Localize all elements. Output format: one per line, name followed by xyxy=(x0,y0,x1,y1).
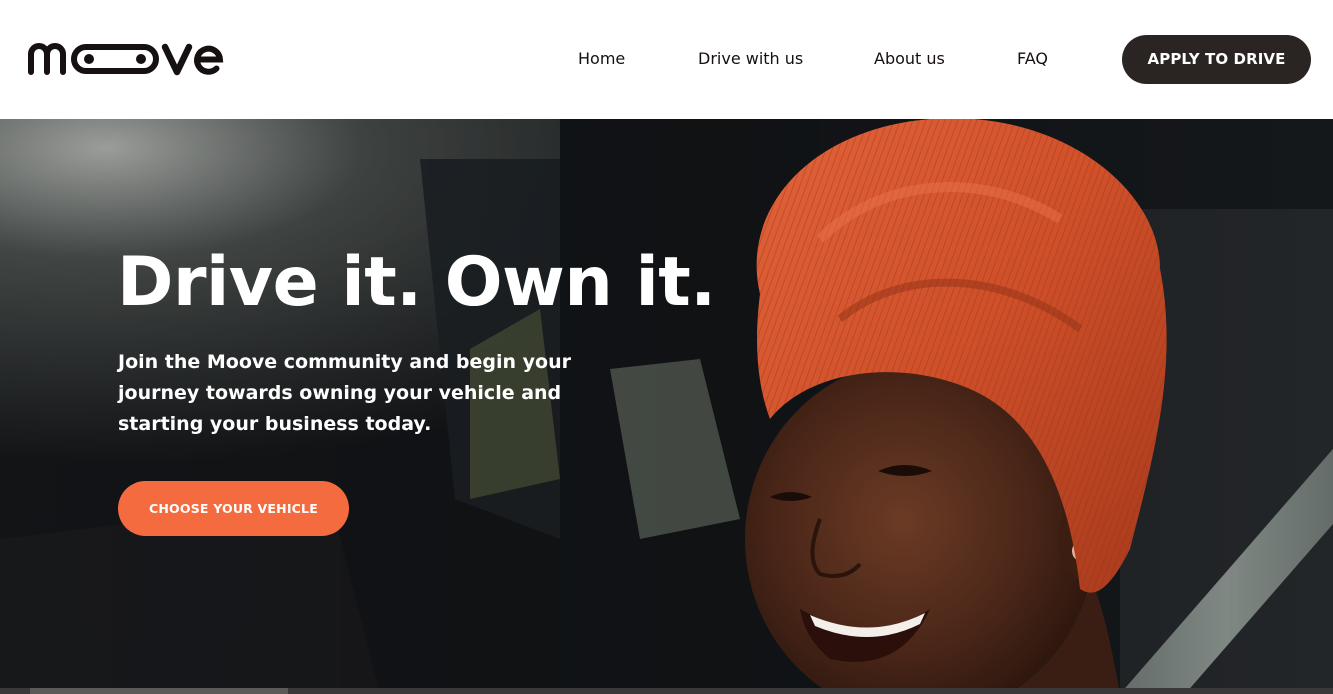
apply-to-drive-button[interactable]: APPLY TO DRIVE xyxy=(1122,35,1311,84)
scrollbar-thumb[interactable] xyxy=(30,688,288,694)
site-header: Home Drive with us About us FAQ APPLY TO… xyxy=(0,0,1333,119)
nav-faq[interactable]: FAQ xyxy=(1017,48,1048,70)
nav-home[interactable]: Home xyxy=(578,48,625,70)
choose-your-vehicle-button[interactable]: CHOOSE YOUR VEHICLE xyxy=(118,481,349,536)
window-scrollbar[interactable] xyxy=(0,688,1333,694)
hero-subtitle: Join the Moove community and begin your … xyxy=(118,351,571,435)
hero-section: Drive it. Own it. Join the Moove communi… xyxy=(0,119,1333,694)
nav-drive-with-us[interactable]: Drive with us xyxy=(698,48,803,70)
moove-logo-icon xyxy=(28,43,224,76)
moove-logo[interactable] xyxy=(26,36,226,80)
nav-about-us[interactable]: About us xyxy=(874,48,945,70)
hero-title: Drive it. Own it. xyxy=(117,243,716,322)
